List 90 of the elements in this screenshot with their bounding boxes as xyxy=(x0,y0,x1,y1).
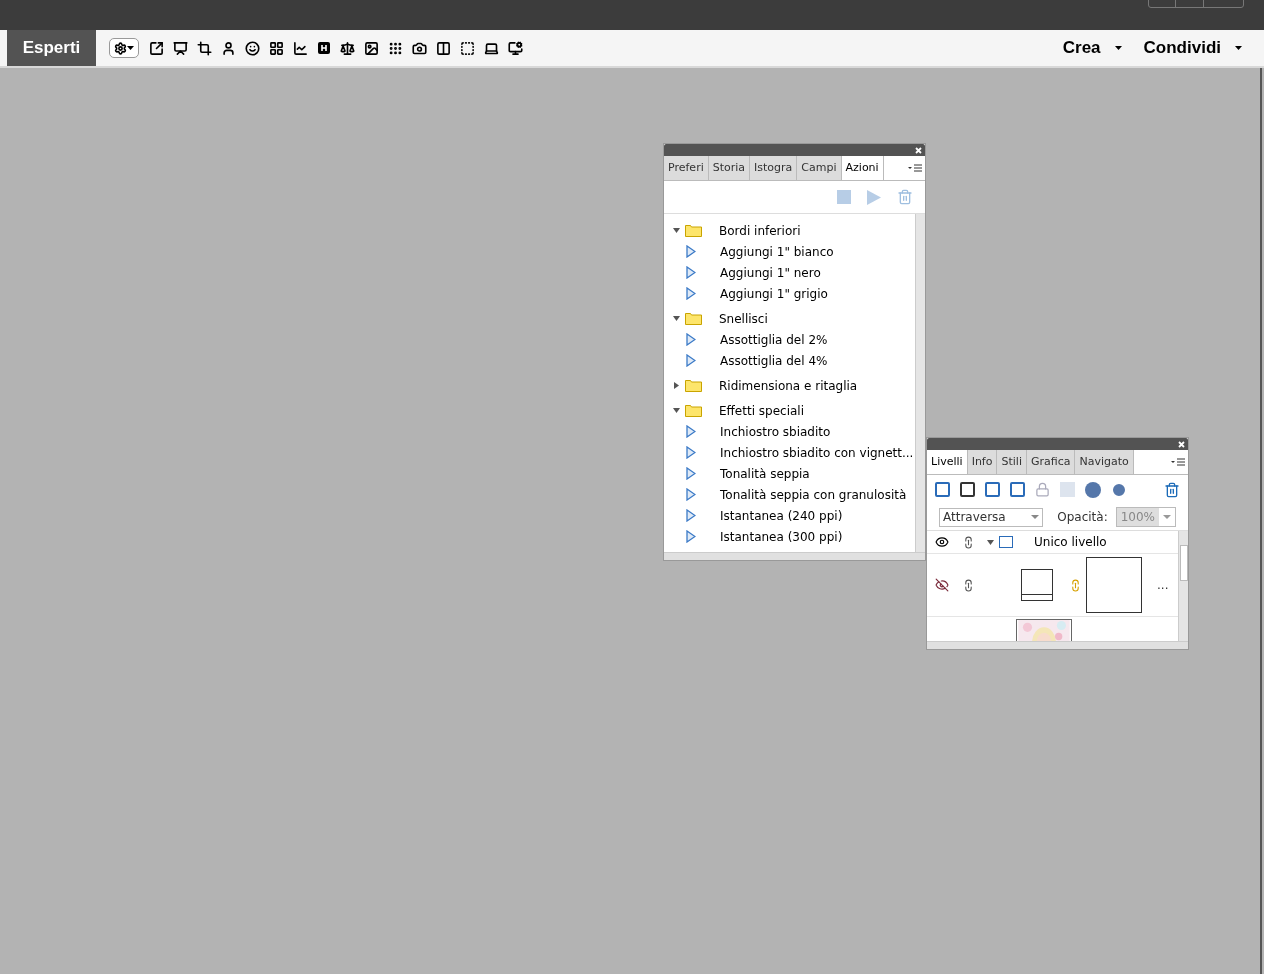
panel-tab[interactable]: Preferi xyxy=(664,156,709,180)
fill-thumbnail[interactable] xyxy=(1021,569,1053,601)
camera-icon[interactable] xyxy=(412,40,427,56)
person-icon[interactable] xyxy=(221,40,236,56)
action-label[interactable]: Istantanea (300 ppi) xyxy=(720,527,843,546)
grid-icon[interactable] xyxy=(269,40,284,56)
play-icon xyxy=(686,287,696,300)
settings-icon xyxy=(114,41,127,55)
caret-icon xyxy=(1163,515,1171,519)
share-icon[interactable] xyxy=(149,40,164,56)
folder-icon xyxy=(685,379,702,392)
action-set-label[interactable]: Snellisci xyxy=(719,309,768,328)
folder-icon xyxy=(685,312,702,325)
panel-tab[interactable]: Grafica xyxy=(1026,450,1076,474)
panel-tab[interactable]: Storia xyxy=(708,156,751,180)
mask-thumbnail[interactable] xyxy=(1086,557,1142,613)
action-label[interactable]: Assottiglia del 4% xyxy=(720,351,828,370)
frame-icon[interactable] xyxy=(460,40,475,56)
play-icon xyxy=(686,488,696,501)
expanded-caret-icon[interactable] xyxy=(673,315,680,322)
image-icon[interactable] xyxy=(364,40,379,56)
close-icon[interactable] xyxy=(915,146,922,154)
play-icon xyxy=(686,467,696,480)
scale-icon[interactable] xyxy=(340,40,355,56)
action-set-label[interactable]: Bordi inferiori xyxy=(719,221,801,240)
caret-icon xyxy=(1114,46,1122,50)
crop-icon[interactable] xyxy=(197,40,212,56)
trash-icon[interactable] xyxy=(1164,481,1180,498)
action-label[interactable]: Inchiostro sbiadito con vignett... xyxy=(720,443,914,462)
menu-icon xyxy=(908,163,922,173)
action-label[interactable]: Tonalità seppia xyxy=(720,464,810,483)
hidden-eye-icon[interactable] xyxy=(935,578,949,592)
group-icon xyxy=(999,536,1013,548)
panel-tab[interactable]: Info xyxy=(967,450,998,474)
play-icon xyxy=(686,245,696,258)
layer-name[interactable]: Unico livello xyxy=(1034,533,1107,551)
resize-grip[interactable] xyxy=(927,641,1188,649)
columns-icon[interactable] xyxy=(436,40,451,56)
panel-tab[interactable]: Navigato xyxy=(1075,450,1134,474)
link-icon[interactable] xyxy=(962,535,975,549)
play-icon xyxy=(686,266,696,279)
play-icon xyxy=(686,530,696,543)
caret-icon xyxy=(1235,46,1242,50)
h-icon[interactable] xyxy=(317,41,331,55)
expanded-caret-icon[interactable] xyxy=(673,407,680,414)
folder-icon xyxy=(685,224,702,237)
play-icon xyxy=(686,354,696,367)
menu-icon xyxy=(1171,457,1185,467)
action-label[interactable]: Aggiungi 1" bianco xyxy=(720,242,834,261)
action-label[interactable]: Istantanea (240 ppi) xyxy=(720,506,843,525)
action-label[interactable]: Assottiglia del 2% xyxy=(720,330,828,349)
play-icon xyxy=(686,333,696,346)
scrollbar[interactable] xyxy=(1178,531,1188,641)
workspace-tab[interactable]: Esperti xyxy=(7,30,96,66)
close-icon[interactable] xyxy=(1178,440,1185,448)
action-set-label[interactable]: Effetti speciali xyxy=(719,401,804,420)
menu-button[interactable]: Crea xyxy=(1062,35,1122,61)
more-label[interactable]: ... xyxy=(1157,576,1169,594)
resize-grip[interactable] xyxy=(664,552,925,560)
play-icon xyxy=(686,446,696,459)
panel-tab[interactable]: Livelli xyxy=(927,450,968,474)
action-label[interactable]: Aggiungi 1" nero xyxy=(720,263,821,282)
settings-dropdown[interactable] xyxy=(109,38,139,58)
link-icon[interactable] xyxy=(962,578,975,592)
action-label[interactable]: Inchiostro sbiadito xyxy=(720,422,831,441)
panel-tab[interactable]: Istogra xyxy=(750,156,798,180)
action-label[interactable]: Aggiungi 1" grigio xyxy=(720,284,828,303)
scrollbar[interactable] xyxy=(915,214,925,552)
expanded-caret-icon[interactable] xyxy=(987,538,994,546)
chart-icon[interactable] xyxy=(293,40,308,56)
action-set-label[interactable]: Ridimensiona e ritaglia xyxy=(719,376,858,395)
folder-icon xyxy=(685,404,702,417)
monitor-icon[interactable] xyxy=(173,40,188,56)
eye-icon[interactable] xyxy=(935,535,949,549)
play-icon xyxy=(686,425,696,438)
play-icon xyxy=(686,509,696,522)
caret-icon xyxy=(127,46,134,50)
dots-icon[interactable] xyxy=(388,40,403,56)
panel-tab[interactable]: Campi xyxy=(797,156,842,180)
smiley-icon[interactable] xyxy=(245,40,260,56)
opacity-label: Opacità: xyxy=(1057,509,1108,526)
expanded-caret-icon[interactable] xyxy=(673,227,680,234)
caret-icon xyxy=(1031,515,1040,519)
action-label[interactable]: Tonalità seppia con granulosità xyxy=(720,485,907,504)
menu-button[interactable]: Condividi xyxy=(1143,35,1242,61)
panel-tab[interactable]: Azioni xyxy=(841,156,884,180)
panel-tab[interactable]: Stili xyxy=(997,450,1027,474)
laptop-icon[interactable] xyxy=(484,40,499,56)
blend-mode-dropdown[interactable]: Attraversa xyxy=(939,507,1044,527)
collapsed-caret-icon[interactable] xyxy=(673,382,680,389)
